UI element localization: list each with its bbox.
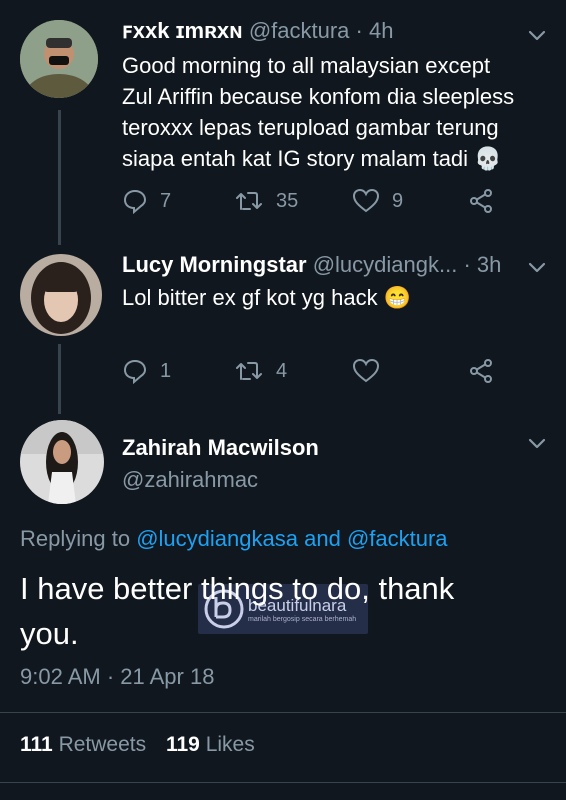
like-count: 9 (392, 189, 404, 212)
chevron-down-icon[interactable] (526, 24, 548, 46)
reply-count: 1 (160, 359, 172, 382)
chevron-down-icon[interactable] (526, 432, 548, 454)
replying-to: Replying to @lucydiangkasa and @facktura (20, 526, 448, 551)
tweet-text: Good morning to all malaysian except Zul… (122, 53, 515, 171)
reply-icon (123, 189, 147, 214)
mention-link[interactable]: @lucydiangkasa (136, 526, 298, 551)
retweet-icon (236, 362, 262, 380)
likes-stat[interactable]: 119 Likes (166, 733, 255, 756)
display-name[interactable]: Zahirah Macwilson (122, 435, 319, 461)
handle[interactable]: @lucydiangk... (313, 252, 458, 277)
handle[interactable]: @zahirahmac (122, 467, 258, 493)
chevron-down-icon[interactable] (526, 256, 548, 278)
thread-line (58, 344, 61, 414)
divider (0, 782, 566, 783)
display-name[interactable]: ꜰxxk ɪmʀxɴ (122, 18, 243, 43)
avatar[interactable] (20, 254, 102, 336)
retweet-button[interactable]: 35 (234, 188, 298, 214)
tweet-timestamp[interactable]: 9:02 AM · 21 Apr 18 (20, 664, 214, 690)
reply-count: 7 (160, 189, 172, 212)
mention-link[interactable]: @facktura (347, 526, 448, 551)
reply-button[interactable]: 7 (122, 188, 171, 214)
heart-icon (352, 358, 380, 383)
like-button[interactable] (352, 358, 380, 384)
tweet-time[interactable]: · 4h (356, 18, 394, 43)
retweets-stat[interactable]: 111 Retweets (20, 733, 152, 756)
handle[interactable]: @facktura (249, 18, 350, 43)
avatar[interactable] (20, 20, 98, 98)
tweet-text: Lol bitter ex gf kot yg hack 😁 (122, 285, 412, 310)
tweet-header: ꜰxxk ɪmʀxɴ @facktura · 4h (122, 18, 393, 44)
reply-button[interactable]: 1 (122, 358, 171, 384)
retweet-count: 35 (276, 189, 299, 212)
tweet-time[interactable]: · 3h (463, 252, 501, 277)
heart-icon (352, 188, 380, 213)
retweet-icon (236, 192, 262, 210)
thread-line (58, 110, 61, 245)
divider (0, 712, 566, 713)
tweet-text: I have better things to do, thank you. (20, 571, 455, 651)
display-name[interactable]: Lucy Morningstar (122, 252, 307, 277)
engagement-stats: 111 Retweets 119 Likes (20, 733, 255, 757)
like-button[interactable]: 9 (352, 188, 403, 214)
retweet-button[interactable]: 4 (234, 358, 287, 384)
reply-icon (123, 359, 147, 384)
retweet-count: 4 (276, 359, 288, 382)
tweet-header: Lucy Morningstar @lucydiangk... · 3h (122, 252, 501, 278)
avatar[interactable] (20, 420, 104, 504)
share-icon[interactable] (468, 358, 494, 384)
share-icon[interactable] (468, 188, 494, 214)
